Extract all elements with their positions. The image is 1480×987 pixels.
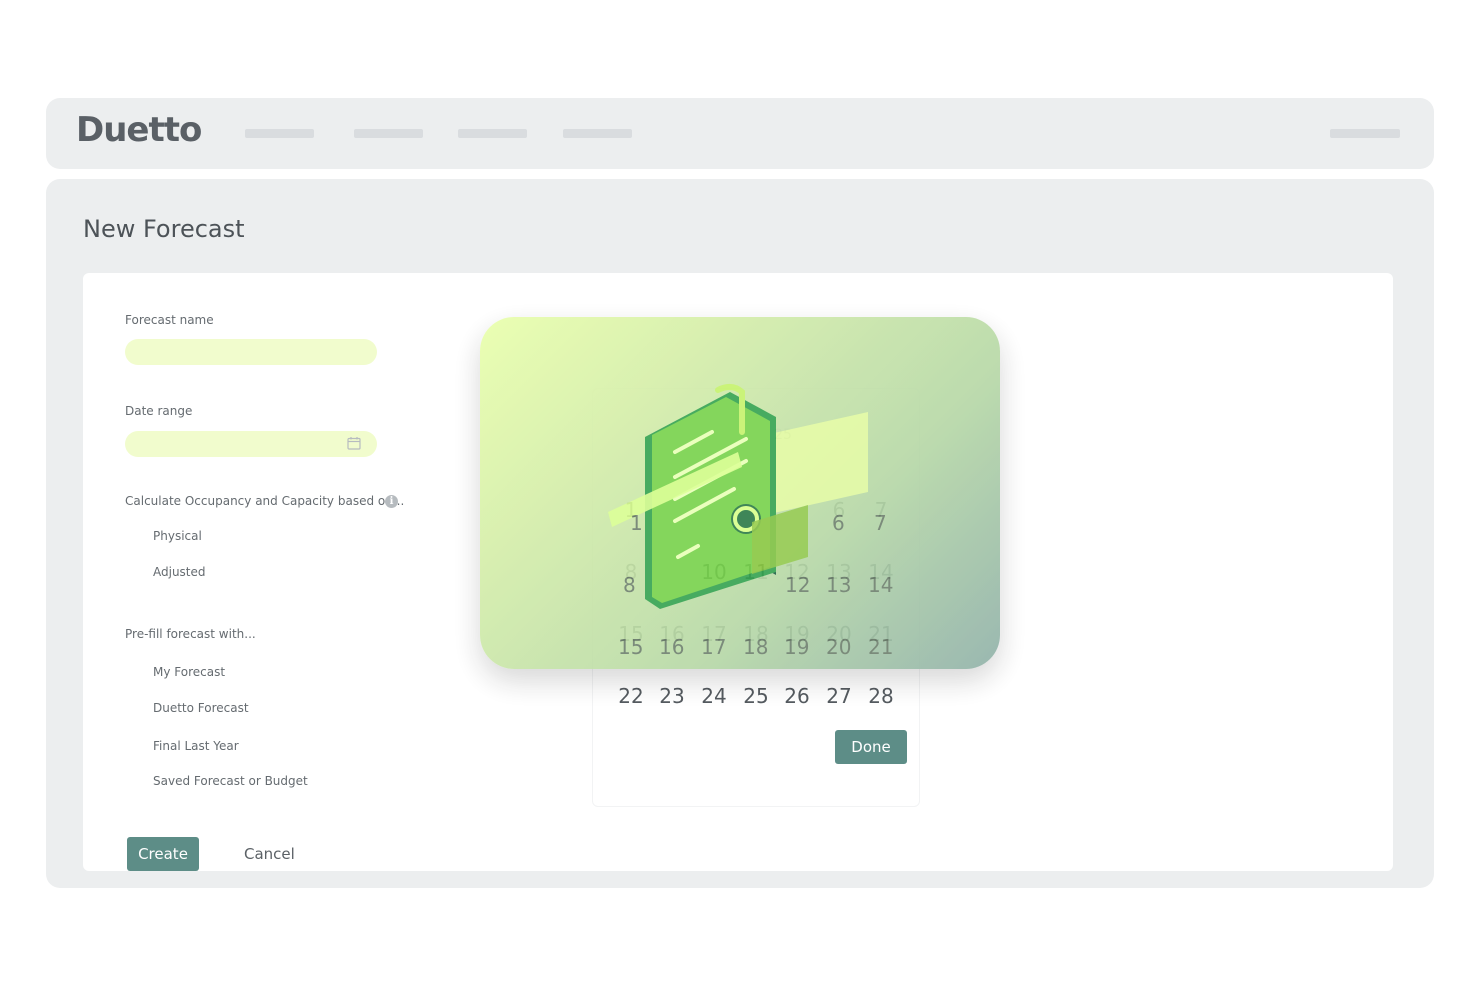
svg-text:16: 16 bbox=[659, 635, 684, 659]
calendar-day[interactable]: 23 bbox=[652, 684, 692, 708]
user-menu[interactable] bbox=[1330, 129, 1400, 138]
done-button[interactable]: Done bbox=[835, 730, 907, 764]
occupancy-option-physical[interactable]: Physical bbox=[153, 529, 202, 543]
page-title: New Forecast bbox=[83, 215, 245, 243]
svg-text:21: 21 bbox=[868, 635, 893, 659]
svg-text:20: 20 bbox=[826, 635, 851, 659]
prefill-label: Pre-fill forecast with... bbox=[125, 627, 256, 641]
calendar-day[interactable]: 25 bbox=[736, 684, 776, 708]
svg-text:15: 15 bbox=[618, 635, 643, 659]
calendar-day[interactable]: 24 bbox=[694, 684, 734, 708]
nav-item-3[interactable] bbox=[458, 129, 527, 138]
svg-text:8: 8 bbox=[623, 573, 636, 597]
svg-text:17: 17 bbox=[701, 635, 726, 659]
svg-text:18: 18 bbox=[743, 635, 768, 659]
document-illustration-overlay: 1 6 7 8 12 13 14 15 16 17 18 19 20 21 bbox=[480, 317, 1000, 669]
svg-text:1: 1 bbox=[630, 511, 643, 535]
svg-text:6: 6 bbox=[832, 511, 845, 535]
document-illustration: 1 6 7 8 12 13 14 15 16 17 18 19 20 21 bbox=[608, 384, 893, 659]
svg-text:19: 19 bbox=[784, 635, 809, 659]
prefill-option-final-last-year[interactable]: Final Last Year bbox=[153, 739, 239, 753]
occupancy-option-adjusted[interactable]: Adjusted bbox=[153, 565, 206, 579]
info-icon[interactable]: i bbox=[385, 495, 398, 508]
calendar-day[interactable]: 22 bbox=[611, 684, 651, 708]
create-button[interactable]: Create bbox=[127, 837, 199, 871]
prefill-option-duetto-forecast[interactable]: Duetto Forecast bbox=[153, 701, 249, 715]
calendar-icon[interactable] bbox=[347, 436, 361, 450]
nav-item-2[interactable] bbox=[354, 129, 423, 138]
date-range-input[interactable] bbox=[125, 431, 377, 457]
prefill-option-saved-forecast[interactable]: Saved Forecast or Budget bbox=[153, 774, 308, 788]
date-range-label: Date range bbox=[125, 404, 193, 418]
svg-text:7: 7 bbox=[874, 511, 887, 535]
duetto-logo[interactable]: Duetto bbox=[76, 110, 202, 150]
top-nav-bar: Duetto bbox=[46, 98, 1434, 169]
nav-item-4[interactable] bbox=[563, 129, 632, 138]
forecast-name-input[interactable] bbox=[125, 339, 377, 365]
nav-item-1[interactable] bbox=[245, 129, 314, 138]
svg-text:12: 12 bbox=[785, 573, 810, 597]
calendar-day[interactable]: 26 bbox=[777, 684, 817, 708]
svg-text:13: 13 bbox=[826, 573, 851, 597]
forecast-name-label: Forecast name bbox=[125, 313, 214, 327]
calendar-day[interactable]: 27 bbox=[819, 684, 859, 708]
calendar-day[interactable]: 28 bbox=[861, 684, 901, 708]
svg-text:14: 14 bbox=[868, 573, 893, 597]
cancel-button[interactable]: Cancel bbox=[244, 845, 295, 863]
occupancy-label: Calculate Occupancy and Capacity based o… bbox=[125, 494, 405, 508]
prefill-option-my-forecast[interactable]: My Forecast bbox=[153, 665, 225, 679]
